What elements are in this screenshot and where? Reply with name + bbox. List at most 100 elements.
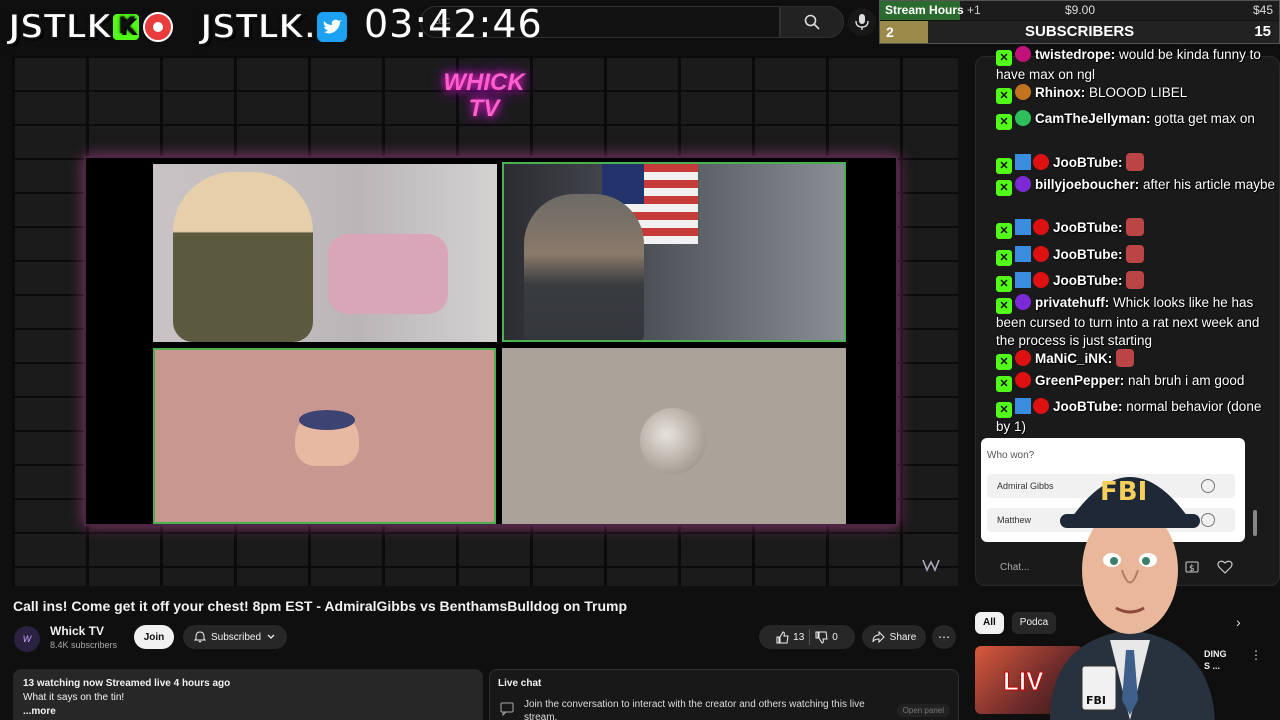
chat-username[interactable]: twistedrope: [1035,47,1115,62]
mod-badge-icon[interactable]: ✕ [996,180,1012,196]
subscriber-badge-icon [1015,154,1031,170]
chat-username[interactable]: JooBTube: [1053,273,1123,288]
like-button[interactable]: 13 [776,630,805,644]
emote-icon [1116,349,1135,367]
share-label: Share [889,631,917,643]
chip-all[interactable]: All [975,612,1004,634]
mod-badge-icon[interactable]: ✕ [996,376,1012,392]
subscriber-badge-icon [1015,246,1031,262]
fbi-agent-mascot: FBI FBI [1050,477,1215,720]
chat-username[interactable]: Rhinox: [1035,85,1085,100]
live-chat-collapsed: Live chat Join the conversation to inter… [489,669,959,720]
description-stats: 13 watching now Streamed live 4 hours ag… [23,678,231,689]
brand-kick: JSTLK K [7,6,174,48]
subscriber-badge-icon [1015,219,1031,235]
chat-username[interactable]: CamTheJellyman: [1035,111,1151,126]
more-vertical-icon[interactable]: ⋮ [1250,648,1262,662]
user-avatar-icon [1033,219,1049,235]
channel-subscribers: 8.4K subscribers [50,640,118,650]
caller-avatar-tile [153,348,496,524]
chat-username[interactable]: JooBTube: [1053,155,1123,170]
share-button[interactable]: Share [862,625,926,649]
chat-message: ✕ twistedrope: would be kinda funny to ha… [996,46,1278,84]
watermark-icon [922,558,944,572]
mod-badge-icon[interactable]: ✕ [996,158,1012,174]
emote-icon [1126,245,1145,263]
chat-message: ✕ Rhinox: BLOOOD LIBEL [996,84,1278,104]
poll-question: Who won? [987,450,1035,461]
chat-message: ✕ GreenPepper: nah bruh i am good [996,372,1278,392]
person-silhouette [173,172,313,342]
kick-logo-icon: K [113,14,140,40]
chat-scrollbar[interactable] [1253,510,1257,536]
top-bar: arc JSTLK K JSTLK. 03:42:46 [0,0,880,48]
user-avatar-icon [1015,176,1031,192]
chat-bubble-icon [500,702,514,719]
chat-username[interactable]: JooBTube: [1053,220,1123,235]
user-avatar-icon [1015,84,1031,100]
subscribed-button[interactable]: Subscribed [183,625,287,649]
mod-badge-icon[interactable]: ✕ [996,223,1012,239]
mod-badge-icon[interactable]: ✕ [996,402,1012,418]
more-actions-button[interactable]: ⋯ [932,625,956,649]
chat-username[interactable]: JooBTube: [1053,399,1123,414]
description-box[interactable]: 13 watching now Streamed live 4 hours ag… [13,669,483,720]
description-more[interactable]: ...more [23,705,473,719]
chat-text: nah bruh i am good [1124,373,1245,388]
caller-avatar [640,408,706,474]
twitter-bird-icon [317,12,348,42]
user-avatar-icon [1015,350,1031,366]
description-text: What it says on the tin! [23,692,125,703]
channel-name[interactable]: Whick TV [50,624,104,638]
more-horizontal-icon: ⋯ [938,630,950,644]
user-avatar-icon [1015,294,1031,310]
stream-clock: 03:42:46 [364,2,543,46]
video-title: Call ins! Come get it off your chest! 8p… [13,598,627,614]
chat-username[interactable]: GreenPepper: [1035,373,1124,388]
chat-username[interactable]: billyjoeboucher: [1035,177,1139,192]
chat-text: gotta get max on [1150,111,1255,126]
user-avatar-icon [1033,154,1049,170]
subscribers-current: 2 [880,21,928,43]
mod-badge-icon[interactable]: ✕ [996,250,1012,266]
fbi-badge-text: FBI [1086,694,1106,707]
caller-avatar-tile-2 [502,348,846,524]
mod-badge-icon[interactable]: ✕ [996,114,1012,130]
mod-badge-icon[interactable]: ✕ [996,88,1012,104]
sub-goal: $45 [1252,3,1273,17]
user-avatar-icon [1015,110,1031,126]
thumbs-down-icon [815,631,828,644]
dislike-button[interactable]: 0 [815,631,838,644]
chat-message: ✕ billyjoeboucher: after his article mayb… [996,176,1278,196]
chevron-right-icon[interactable]: › [1236,614,1241,630]
chat-message: ✕ JooBTube: [996,218,1278,239]
mod-badge-icon[interactable]: ✕ [996,298,1012,314]
mod-badge-icon[interactable]: ✕ [996,276,1012,292]
caller-avatar [295,410,359,466]
join-button[interactable]: Join [134,625,174,649]
channel-avatar[interactable]: W [14,626,40,652]
video-player[interactable]: WHICK TV [12,56,958,586]
chat-message: ✕ MaNiC_iNK: [996,349,1278,370]
mod-badge-icon[interactable]: ✕ [996,354,1012,370]
emote-icon [1126,271,1145,289]
mod-badge-icon[interactable]: ✕ [996,50,1012,66]
chat-username[interactable]: privatehuff: [1035,295,1109,310]
chat-username[interactable]: JooBTube: [1053,247,1123,262]
subscribers-bar: 2 SUBSCRIBERS 15 [880,21,1279,43]
chat-message: ✕ JooBTube: normal behavior (done by 1) [996,398,1278,436]
chat-username[interactable]: MaNiC_iNK: [1035,351,1112,366]
sub-price: $9.00 [1065,3,1096,17]
chat-message: ✕ privatehuff: Whick looks like he has be… [996,294,1278,350]
emote-icon [1126,218,1145,236]
brand-twitter-text: JSTLK. [199,6,317,48]
chat-message: ✕ JooBTube: [996,271,1278,292]
like-count: 13 [793,631,805,643]
search-button[interactable] [780,6,844,38]
subscriber-badge-icon [1015,398,1031,414]
voice-search-button[interactable] [848,8,876,36]
like-dislike-group: 13 0 [759,625,855,649]
emote-icon [1126,153,1145,171]
open-panel-button[interactable]: Open panel [896,704,950,717]
stream-page: arc JSTLK K JSTLK. 03:42:46 Stream Hours… [0,0,1280,720]
